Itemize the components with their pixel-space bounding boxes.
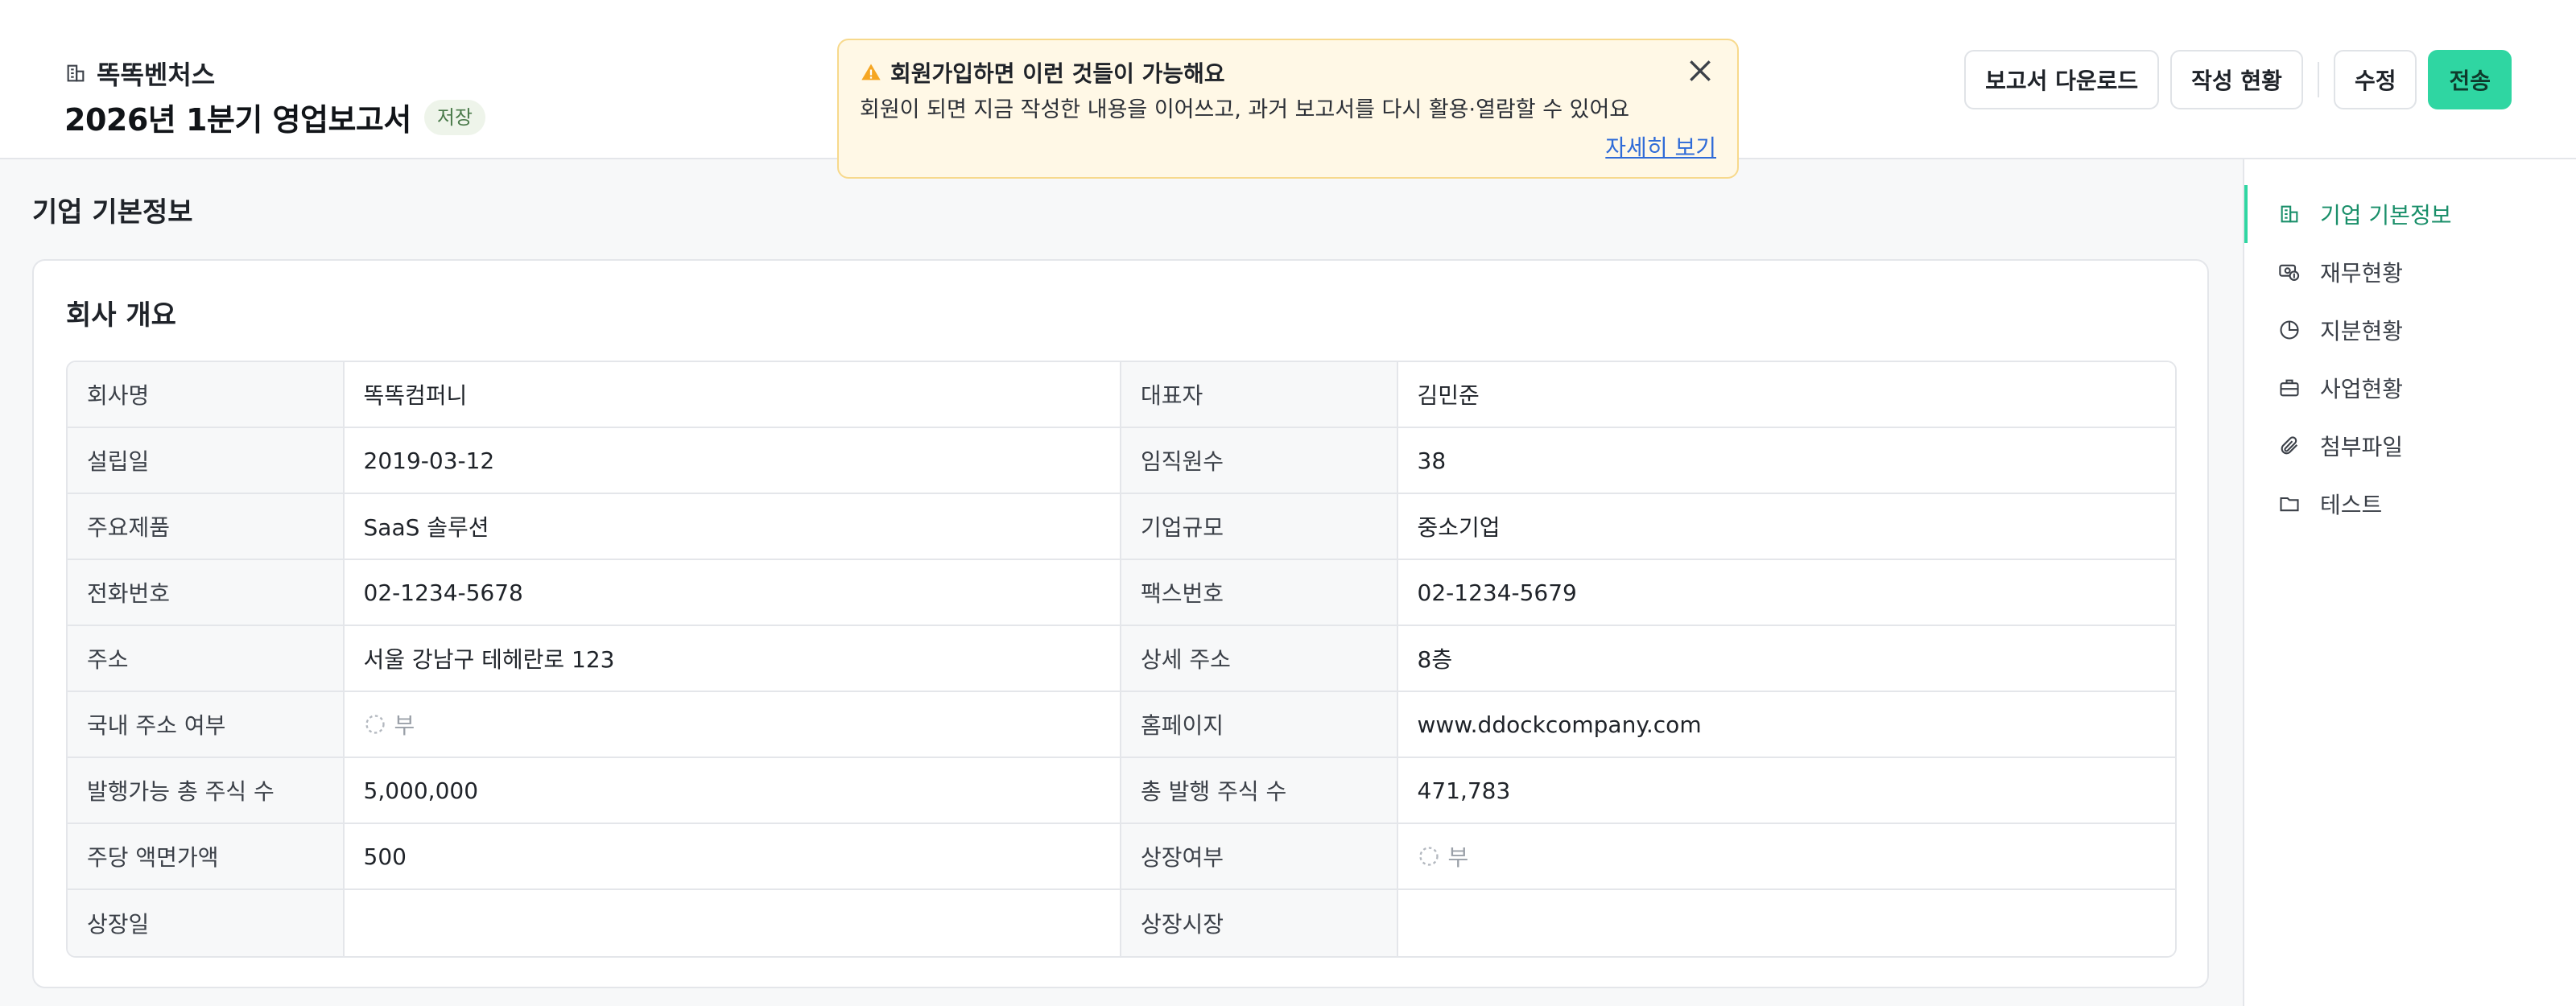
table-row: 주소 서울 강남구 테헤란로 123 상세 주소 8층 xyxy=(68,626,2175,692)
money-icon xyxy=(2278,261,2301,283)
table-row: 상장일 상장시장 xyxy=(68,890,2175,956)
company-name: 똑똑벤처스 xyxy=(97,60,216,90)
field-value: 똑똑컴퍼니 xyxy=(344,362,1121,427)
field-label: 국내 주소 여부 xyxy=(68,692,345,757)
field-value: 8층 xyxy=(1397,626,2175,691)
section-title: 기업 기본정보 xyxy=(32,196,193,229)
table-row: 주당 액면가액 500 상장여부 부 xyxy=(68,824,2175,890)
field-value: 5,000,000 xyxy=(344,758,1121,823)
field-label: 기업규모 xyxy=(1121,494,1398,559)
field-label: 발행가능 총 주식 수 xyxy=(68,758,345,823)
signup-banner: 회원가입하면 이런 것들이 가능해요 회원이 되면 지금 작성한 내용을 이어쓰… xyxy=(837,39,1739,179)
field-label: 팩스번호 xyxy=(1121,560,1398,625)
folder-icon xyxy=(2278,493,2301,515)
field-value: 02-1234-5679 xyxy=(1397,560,2175,625)
nav-label: 첨부파일 xyxy=(2320,434,2404,460)
field-value: 2019-03-12 xyxy=(344,428,1121,493)
field-label: 전화번호 xyxy=(68,560,345,625)
send-button[interactable]: 전송 xyxy=(2428,50,2512,109)
table-row: 주요제품 SaaS 솔루션 기업규모 중소기업 xyxy=(68,494,2175,560)
header-actions: 보고서 다운로드 작성 현황 수정 전송 xyxy=(1964,50,2512,109)
field-value: 02-1234-5678 xyxy=(344,560,1121,625)
field-label: 설립일 xyxy=(68,428,345,493)
nav-item-business[interactable]: 사업현황 xyxy=(2244,359,2576,417)
field-label: 주당 액면가액 xyxy=(68,824,345,888)
loading-spinner-icon xyxy=(1418,845,1440,868)
loading-spinner-icon xyxy=(364,713,386,736)
title-row: 2026년 1분기 영업보고서 저장 xyxy=(64,95,486,139)
nav-item-equity[interactable]: 지분현황 xyxy=(2244,301,2576,359)
field-label: 상세 주소 xyxy=(1121,626,1398,691)
actions-divider xyxy=(2317,62,2319,97)
report-title: 2026년 1분기 영업보고서 xyxy=(64,102,411,138)
warning-icon xyxy=(860,61,882,84)
field-label: 상장여부 xyxy=(1121,824,1398,888)
pending-text: 부 xyxy=(394,712,415,739)
building-icon xyxy=(2278,203,2301,225)
learn-more-link[interactable]: 자세히 보기 xyxy=(1605,130,1716,163)
company-info-table: 회사명 똑똑컴퍼니 대표자 김민준 설립일 2019-03-12 임직원수 38… xyxy=(66,361,2177,958)
nav-item-test[interactable]: 테스트 xyxy=(2244,475,2576,533)
field-label: 주소 xyxy=(68,626,345,691)
field-value: 38 xyxy=(1397,428,2175,493)
pending-value: 부 xyxy=(1418,840,1469,872)
field-value: 김민준 xyxy=(1397,362,2175,427)
field-label: 홈페이지 xyxy=(1121,692,1398,757)
pending-text: 부 xyxy=(1447,844,1469,871)
company-overview-card: 회사 개요 회사명 똑똑컴퍼니 대표자 김민준 설립일 2019-03-12 임… xyxy=(32,259,2209,988)
nav-label: 기업 기본정보 xyxy=(2320,202,2452,229)
close-icon[interactable] xyxy=(1684,55,1716,87)
nav-label: 재무현황 xyxy=(2320,260,2404,287)
nav-label: 사업현황 xyxy=(2320,376,2404,402)
nav-label: 테스트 xyxy=(2320,492,2383,518)
banner-header: 회원가입하면 이런 것들이 가능해요 xyxy=(860,56,1225,89)
nav-item-company-info[interactable]: 기업 기본정보 xyxy=(2244,185,2576,243)
field-label: 회사명 xyxy=(68,362,345,427)
table-row: 전화번호 02-1234-5678 팩스번호 02-1234-5679 xyxy=(68,560,2175,626)
field-value xyxy=(344,890,1121,956)
field-label: 주요제품 xyxy=(68,494,345,559)
pending-value: 부 xyxy=(364,708,415,740)
field-label: 총 발행 주식 수 xyxy=(1121,758,1398,823)
field-label: 임직원수 xyxy=(1121,428,1398,493)
card-title: 회사 개요 xyxy=(66,299,176,332)
field-value: 중소기업 xyxy=(1397,494,2175,559)
field-value: 서울 강남구 테헤란로 123 xyxy=(344,626,1121,691)
field-label: 대표자 xyxy=(1121,362,1398,427)
field-value: SaaS 솔루션 xyxy=(344,494,1121,559)
download-report-button[interactable]: 보고서 다운로드 xyxy=(1964,50,2160,109)
field-value: 부 xyxy=(1397,824,2175,888)
company-row: 똑똑벤처스 xyxy=(64,55,215,92)
progress-status-button[interactable]: 작성 현황 xyxy=(2170,50,2303,109)
field-value: www.ddockcompany.com xyxy=(1397,692,2175,757)
nav-item-attachments[interactable]: 첨부파일 xyxy=(2244,417,2576,475)
field-value: 500 xyxy=(344,824,1121,888)
pie-chart-icon xyxy=(2278,319,2301,341)
field-label: 상장일 xyxy=(68,890,345,956)
edit-button[interactable]: 수정 xyxy=(2333,50,2417,109)
paperclip-icon xyxy=(2278,435,2301,457)
field-label: 상장시장 xyxy=(1121,890,1398,956)
banner-body: 회원이 되면 지금 작성한 내용을 이어쓰고, 과거 보고서를 다시 활용·열람… xyxy=(860,97,1630,122)
table-row: 회사명 똑똑컴퍼니 대표자 김민준 xyxy=(68,362,2175,428)
table-row: 발행가능 총 주식 수 5,000,000 총 발행 주식 수 471,783 xyxy=(68,758,2175,824)
banner-title: 회원가입하면 이런 것들이 가능해요 xyxy=(890,60,1225,87)
side-nav: 기업 기본정보 재무현황 지분현황 사업현황 첨부파일 테스트 xyxy=(2243,159,2576,1006)
table-row: 국내 주소 여부 부 홈페이지 www.ddockcompany.com xyxy=(68,692,2175,758)
building-icon xyxy=(64,62,87,85)
field-value xyxy=(1397,890,2175,956)
nav-item-finance[interactable]: 재무현황 xyxy=(2244,243,2576,301)
field-value: 471,783 xyxy=(1397,758,2175,823)
field-value: 부 xyxy=(344,692,1121,757)
status-badge: 저장 xyxy=(423,99,486,135)
table-row: 설립일 2019-03-12 임직원수 38 xyxy=(68,428,2175,494)
nav-label: 지분현황 xyxy=(2320,318,2404,344)
briefcase-icon xyxy=(2278,377,2301,399)
